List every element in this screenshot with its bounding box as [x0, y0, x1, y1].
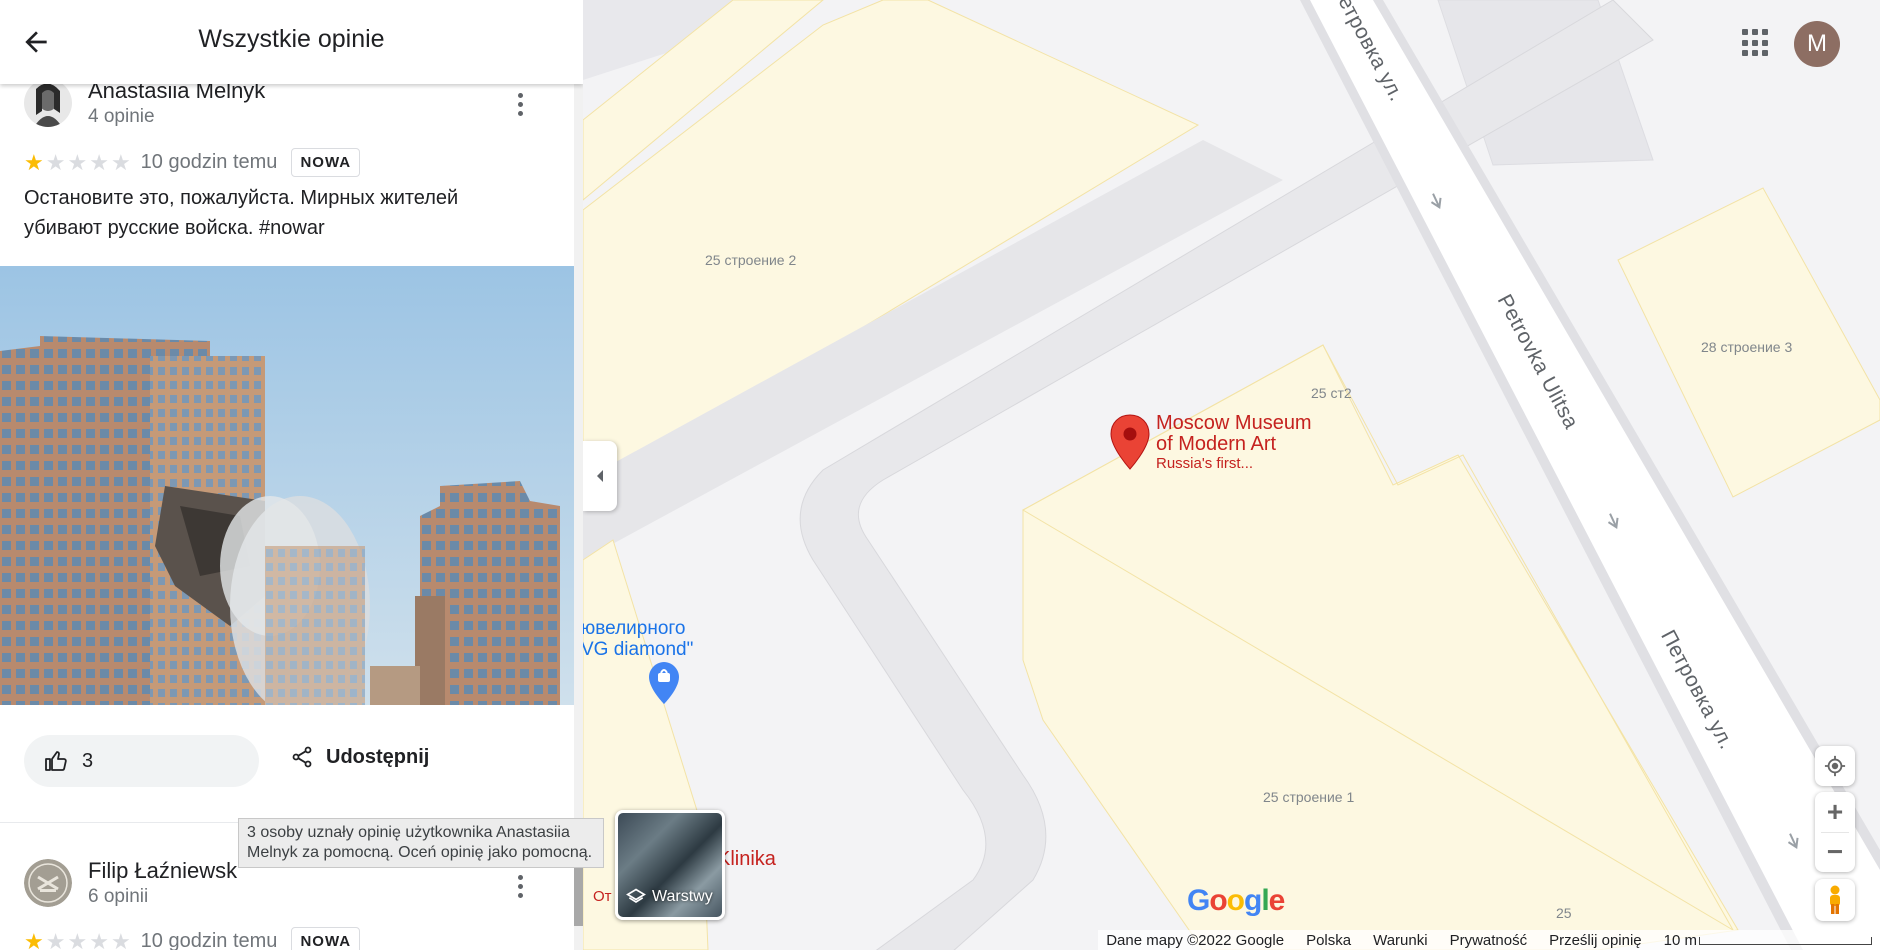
reviews-panel: Wszystkie opinie Anastasiia Melnyk 4 opi…: [0, 0, 583, 950]
terms-link[interactable]: Warunki: [1373, 932, 1427, 949]
zoom-out-button[interactable]: −: [1815, 833, 1855, 873]
building-label: 25 строение 2: [705, 252, 797, 268]
layers-icon: [626, 888, 646, 903]
feedback-link[interactable]: Prześlij opinię: [1549, 932, 1642, 949]
building-label: 25: [1556, 905, 1572, 921]
scale-indicator[interactable]: 10 m: [1664, 932, 1872, 949]
like-button[interactable]: 3: [24, 735, 259, 787]
rating-row: ★ ★ ★ ★ ★ 10 godzin temu NOWA: [24, 148, 361, 177]
rating-row: ★ ★ ★ ★ ★ 10 godzin temu NOWA: [24, 927, 361, 950]
review-time: 10 godzin temu: [140, 151, 278, 173]
google-apps-button[interactable]: [1742, 29, 1770, 57]
layers-button[interactable]: Warstwy: [615, 810, 725, 920]
panel-header: Wszystkie opinie: [0, 0, 583, 84]
review-time: 10 godzin temu: [140, 930, 278, 950]
country-link[interactable]: Polska: [1306, 932, 1351, 949]
reviewer-header[interactable]: Anastasiia Melnyk 4 opinie: [24, 78, 265, 128]
caret-left-icon: [597, 470, 603, 482]
building-label: 28 строение 3: [1701, 339, 1793, 355]
account-avatar[interactable]: M: [1794, 21, 1840, 67]
share-button[interactable]: Udostępnij: [290, 745, 429, 769]
museum-poi-subtitle: Russia's first...: [1156, 455, 1254, 472]
star-filled-icon: ★: [24, 149, 44, 175]
star-empty-icon: ★: [45, 928, 66, 950]
page-title: Wszystkie opinie: [198, 25, 385, 53]
new-badge: NOWA: [291, 148, 361, 177]
map-base-layer: [583, 0, 1880, 950]
pegman-icon: [1830, 885, 1840, 914]
jewelry-label-line: ювелирного: [583, 618, 686, 639]
jewelry-poi-label[interactable]: ювелирного VG diamond": [583, 618, 693, 660]
avatar[interactable]: [24, 859, 72, 907]
review-text: Остановите это, пожалуйста. Мирных жител…: [24, 187, 459, 239]
reviewer-review-count: 4 opinie: [88, 106, 155, 127]
scale-label: 10 m: [1663, 931, 1697, 949]
share-icon: [292, 746, 312, 768]
share-label: Udostępnij: [326, 745, 430, 768]
poi-title-line: of Modern Art: [1156, 433, 1277, 455]
crosshair-icon: [1824, 755, 1846, 777]
klinika-poi-label[interactable]: Klinika: [717, 848, 776, 871]
star-filled-icon: ★: [24, 928, 44, 950]
google-logo: Google: [1187, 884, 1285, 917]
helpful-tooltip: 3 osoby uznały opinię użytkownika Anasta…: [238, 818, 604, 868]
new-badge: NOWA: [291, 927, 361, 950]
poi-title-line: Moscow Museum: [1156, 412, 1312, 434]
street-view-pegman[interactable]: [1815, 879, 1855, 921]
privacy-link[interactable]: Prywatność: [1450, 932, 1528, 949]
star-empty-icon: ★: [110, 149, 131, 175]
layers-label: Warstwy: [652, 888, 713, 905]
star-empty-icon: ★: [89, 928, 109, 950]
map-canvas[interactable]: 25 строение 2 28 строение 3 25 ст2 25 ст…: [583, 0, 1880, 950]
zoom-controls: + −: [1815, 792, 1855, 872]
star-empty-icon: ★: [67, 149, 88, 175]
star-empty-icon: ★: [67, 928, 88, 950]
map-footer: Dane mapy ©2022 Google Polska Warunki Pr…: [1098, 930, 1880, 950]
collapse-panel-button[interactable]: [583, 441, 617, 511]
reviewer-review-count: 6 opinii: [88, 886, 149, 907]
star-rating: ★ ★ ★ ★ ★: [24, 149, 131, 175]
star-empty-icon: ★: [45, 149, 66, 175]
star-empty-icon: ★: [89, 149, 109, 175]
more-options-button[interactable]: [508, 92, 532, 116]
my-location-button[interactable]: [1815, 746, 1855, 786]
ot-poi-label[interactable]: От: [593, 888, 612, 905]
reviewer-name[interactable]: Filip Łaźniewsk: [88, 858, 237, 884]
star-empty-icon: ★: [110, 928, 131, 950]
museum-poi-title[interactable]: Moscow Museum of Modern Art: [1156, 413, 1312, 455]
avatar[interactable]: [24, 79, 72, 127]
thumb-up-icon: [45, 751, 67, 771]
review-photo[interactable]: [0, 266, 574, 705]
jewelry-label-line: VG diamond": [583, 639, 694, 660]
map-data-credit: Dane mapy ©2022 Google: [1106, 931, 1285, 949]
like-count: 3: [82, 749, 94, 772]
more-options-button[interactable]: [508, 874, 532, 898]
zoom-in-button[interactable]: +: [1815, 792, 1855, 832]
building-label: 25 ст2: [1311, 385, 1352, 401]
star-rating: ★ ★ ★ ★ ★: [24, 928, 131, 950]
building-label: 25 строение 1: [1263, 789, 1355, 805]
reviewer-header[interactable]: Filip Łaźniewsk 6 opinii: [24, 858, 237, 908]
